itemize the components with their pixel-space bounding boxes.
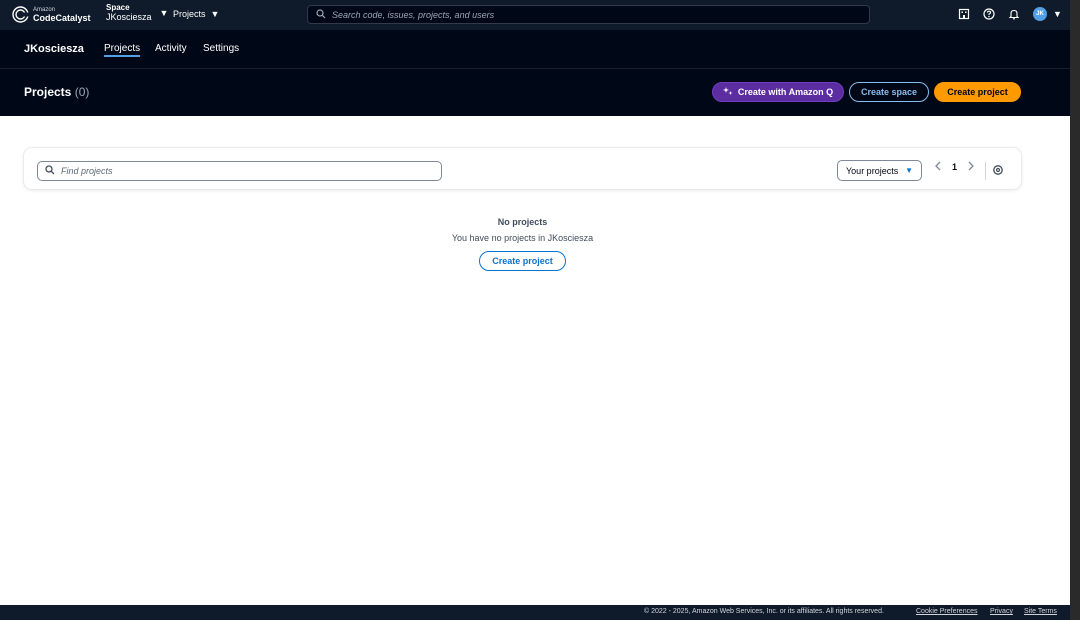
app-window: Amazon CodeCatalyst Space JKosciesza ▼ P…: [0, 0, 1070, 620]
search-icon: [316, 6, 326, 24]
window-edge: [1070, 0, 1080, 620]
projects-scope-value: Your projects: [846, 165, 899, 176]
codecatalyst-logo-icon: [12, 6, 29, 23]
help-icon[interactable]: [983, 8, 995, 20]
cookie-preferences-link[interactable]: Cookie Preferences: [916, 608, 977, 615]
gear-icon[interactable]: [992, 163, 1004, 181]
projects-scope-select[interactable]: Your projects ▼: [837, 160, 922, 181]
tab-projects[interactable]: Projects: [104, 43, 141, 57]
space-navigation: JKosciesza Projects Activity Settings: [0, 30, 1070, 69]
create-with-amazon-q-label: Create with Amazon Q: [737, 87, 834, 97]
privacy-link[interactable]: Privacy: [990, 608, 1013, 615]
projects-filter-bar: Your projects ▼ 1: [24, 148, 1021, 189]
space-selector[interactable]: Space JKosciesza ▼: [106, 3, 169, 23]
search-icon: [45, 162, 55, 180]
footer-copyright: © 2022 - 2025, Amazon Web Services, Inc.…: [644, 608, 884, 615]
page-title: Projects (0): [24, 85, 89, 99]
caret-down-icon: ▼: [210, 9, 220, 19]
bell-icon[interactable]: [1008, 8, 1020, 20]
codecatalyst-logo[interactable]: Amazon CodeCatalyst: [12, 6, 91, 23]
current-page-number[interactable]: 1: [952, 162, 957, 172]
site-terms-link[interactable]: Site Terms: [1024, 608, 1057, 615]
create-with-amazon-q-button[interactable]: Create with Amazon Q: [712, 82, 844, 102]
logo-small-text: Amazon: [33, 6, 56, 13]
page-title-text: Projects: [24, 85, 72, 99]
find-projects-input[interactable]: [61, 166, 431, 176]
caret-down-icon: ▼: [159, 8, 169, 19]
global-search-bar[interactable]: [307, 5, 870, 24]
pager-divider: [985, 162, 986, 180]
caret-down-icon: ▼: [905, 166, 913, 175]
chevron-right-icon[interactable]: [967, 161, 975, 173]
empty-state-title: No projects: [497, 217, 548, 227]
projects-selector[interactable]: Projects ▼: [173, 9, 219, 19]
create-space-button[interactable]: Create space: [849, 82, 929, 102]
avatar: JK: [1033, 7, 1047, 21]
global-top-bar: Amazon CodeCatalyst Space JKosciesza ▼ P…: [0, 0, 1070, 30]
footer: © 2022 - 2025, Amazon Web Services, Inc.…: [0, 605, 1070, 620]
empty-state-create-project-button[interactable]: Create project: [479, 251, 566, 271]
pagination: 1: [934, 161, 975, 173]
building-icon[interactable]: [958, 8, 970, 20]
global-search-input[interactable]: [332, 9, 852, 20]
caret-down-icon: ▼: [1053, 9, 1062, 19]
chevron-left-icon[interactable]: [934, 161, 942, 173]
tab-activity[interactable]: Activity: [155, 43, 187, 54]
find-projects-field[interactable]: [37, 161, 442, 181]
tab-settings[interactable]: Settings: [203, 43, 239, 54]
projects-selector-label: Projects: [173, 9, 206, 19]
space-selector-value: JKosciesza: [106, 11, 152, 22]
empty-state-description: You have no projects in JKosciesza: [451, 233, 594, 243]
logo-big-text: CodeCatalyst: [33, 12, 91, 23]
sparkle-icon: [722, 86, 733, 98]
create-project-button[interactable]: Create project: [934, 82, 1021, 102]
space-name[interactable]: JKosciesza: [24, 43, 84, 55]
project-count: (0): [74, 85, 90, 99]
user-menu[interactable]: JK ▼: [1033, 7, 1062, 21]
